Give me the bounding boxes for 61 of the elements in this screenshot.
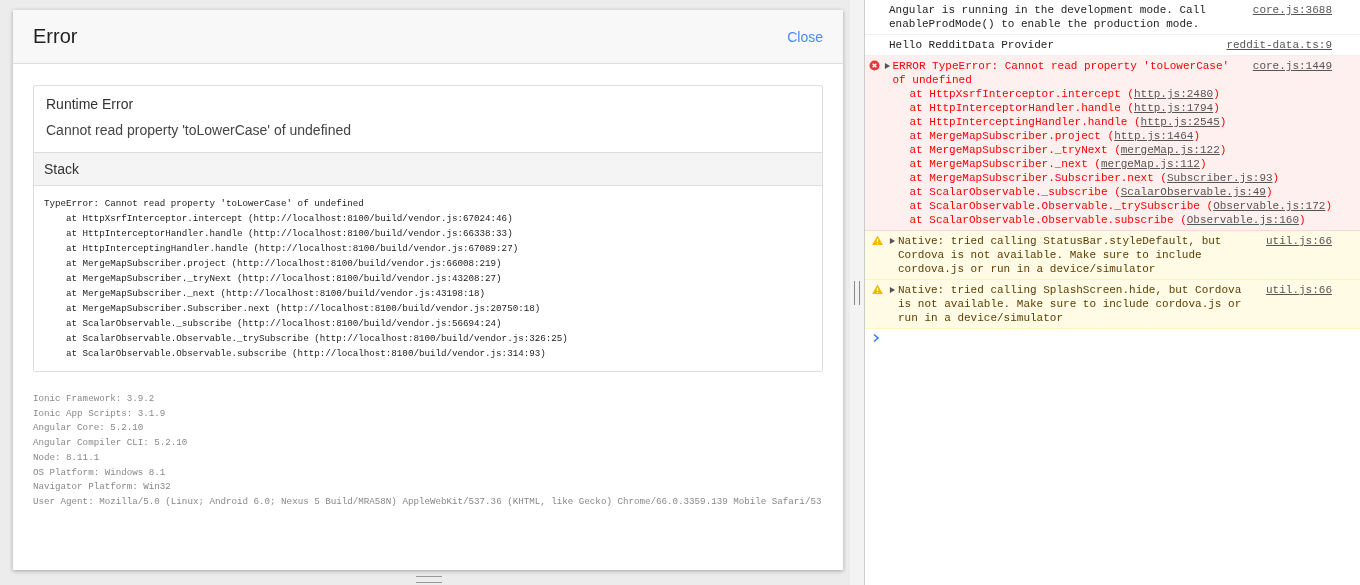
stack-trace-line: at MergeMapSubscriber._tryNext (http://localhost:8100/build/vendor.js:43208:27) <box>65 272 503 286</box>
environment-info-line: Ionic Framework: 3.9.2 <box>33 392 156 406</box>
message-text: Angular is running in the development mode. Call enableProdMode() to enable the production mode. <box>889 3 1207 31</box>
stack-frame-link[interactable]: ScalarObservable.js:49 <box>1120 186 1266 198</box>
stack-frame: at MergeMapSubscriber.Subscriber.next (Subscriber.js:93) <box>883 171 1332 185</box>
stack-frame: at HttpInterceptingHandler.handle (http.js:2545) <box>883 115 1332 129</box>
stack-frame-link[interactable]: http.js:1794 <box>1133 102 1214 114</box>
stack-frame: at MergeMapSubscriber._tryNext (mergeMap.js:122) <box>883 143 1332 157</box>
stack-trace-line: at ScalarObservable._subscribe (http://localhost:8100/build/vendor.js:56694:24) <box>65 317 503 331</box>
environment-info-line: Navigator Platform: Win32 <box>33 480 172 495</box>
error-icon <box>868 60 880 71</box>
prompt-chevron-icon[interactable] <box>872 333 880 343</box>
source-link[interactable]: core.js:3688 <box>1252 3 1332 17</box>
warning-icon <box>871 284 883 295</box>
expand-triangle-icon[interactable] <box>889 237 896 245</box>
stack-frame: at ScalarObservable.Observable.subscribe (Observable.js:160) <box>883 213 1332 227</box>
stack-trace-line: at MergeMapSubscriber.Subscriber.next (http://localhost:8100/build/vendor.js:20750:18) <box>65 302 542 316</box>
stack-frame: at MergeMapSubscriber.project (http.js:1464) <box>883 129 1332 143</box>
message-text: Hello RedditData Provider <box>889 38 1056 52</box>
stack-frame-link[interactable]: http.js:2480 <box>1133 88 1214 100</box>
dialog-title: Error <box>33 25 78 48</box>
expand-triangle-icon[interactable] <box>883 62 891 70</box>
stack-frame: at ScalarObservable._subscribe (ScalarObservable.js:49) <box>883 185 1332 199</box>
resize-handle[interactable] <box>416 576 442 583</box>
stack-frame-link[interactable]: mergeMap.js:122 <box>1120 144 1220 156</box>
environment-info-line: OS Platform: Windows 8.1 <box>33 465 167 480</box>
stack-trace-line: at MergeMapSubscriber.project (http://localhost:8100/build/vendor.js:66008:219) <box>65 257 503 271</box>
stack-heading: Stack <box>34 152 822 186</box>
stack-frame-link[interactable]: http.js:2545 <box>1140 116 1220 128</box>
stack-frame: at HttpXsrfInterceptor.intercept (http.js:2480) <box>883 87 1332 101</box>
stack-frame-link[interactable]: Observable.js:160 <box>1186 214 1299 226</box>
environment-info-line: Angular Compiler CLI: 5.2.10 <box>33 436 189 451</box>
stack-frame: at MergeMapSubscriber._next (mergeMap.js:112) <box>883 157 1332 171</box>
source-link[interactable]: util.js:66 <box>1266 283 1332 297</box>
environment-info-line: Angular Core: 5.2.10 <box>33 421 145 436</box>
stack-trace-line: at HttpXsrfInterceptor.intercept (http://localhost:8100/build/vendor.js:67024:46) <box>65 212 514 226</box>
stack-trace-line: at MergeMapSubscriber._next (http://localhost:8100/build/vendor.js:43198:18) <box>65 287 487 301</box>
stack-trace-line: at ScalarObservable.Observable.subscribe (http://localhost:8100/build/vendor.js:314:93) <box>65 347 547 361</box>
stack-trace-line: TypeError: Cannot read property 'toLowerCase' of undefined <box>44 197 365 211</box>
stack-trace-line: at ScalarObservable.Observable._trySubscribe (http://localhost:8100/build/vendor.js:326:25) <box>65 332 569 346</box>
stack-frame-link[interactable]: mergeMap.js:112 <box>1100 158 1200 170</box>
error-message: Cannot read property 'toLowerCase' of undefined <box>46 122 352 138</box>
environment-info-line: User Agent: Mozilla/5.0 (Linux; Android 6.0; Nexus 5 Build/MRA58N) AppleWebKit/537.36 (KHTML, like Gecko) Chrome/66.0.3359.139 Mobile Safari/53 <box>33 494 823 509</box>
stack-trace-line: at HttpInterceptorHandler.handle (http://localhost:8100/build/vendor.js:66338:33) <box>65 227 514 241</box>
stack-frame-link[interactable]: Subscriber.js:93 <box>1166 172 1273 184</box>
warning-icon <box>871 235 883 246</box>
message-text: Native: tried calling StatusBar.styleDefault, but Cordova is not available. Make sure to include cordova.js or run in a device/simulator <box>898 234 1223 276</box>
environment-info-line: Ionic App Scripts: 3.1.9 <box>33 406 167 421</box>
source-link[interactable]: util.js:66 <box>1266 234 1332 248</box>
stack-frame: at ScalarObservable.Observable._trySubscribe (Observable.js:172) <box>883 199 1332 213</box>
stack-frame-link[interactable]: http.js:1464 <box>1114 130 1194 142</box>
runtime-error-heading: Runtime Error <box>46 96 135 112</box>
stack-trace-line: at HttpInterceptingHandler.handle (http://localhost:8100/build/vendor.js:67089:27) <box>65 242 520 256</box>
stack-frame: at HttpInterceptorHandler.handle (http.js:1794) <box>883 101 1332 115</box>
drag-handle-icon[interactable] <box>854 280 860 305</box>
message-text: Native: tried calling SplashScreen.hide, but Cordova is not available. Make sure to include cordova.js or run in a device/simulator <box>898 283 1243 325</box>
source-link[interactable]: core.js:1449 <box>1252 59 1332 73</box>
source-link[interactable]: reddit-data.ts:9 <box>1226 38 1332 52</box>
expand-triangle-icon[interactable] <box>889 286 896 294</box>
stack-frame-link[interactable]: Observable.js:172 <box>1213 200 1326 212</box>
environment-info-line: Node: 8.11.1 <box>33 450 101 465</box>
